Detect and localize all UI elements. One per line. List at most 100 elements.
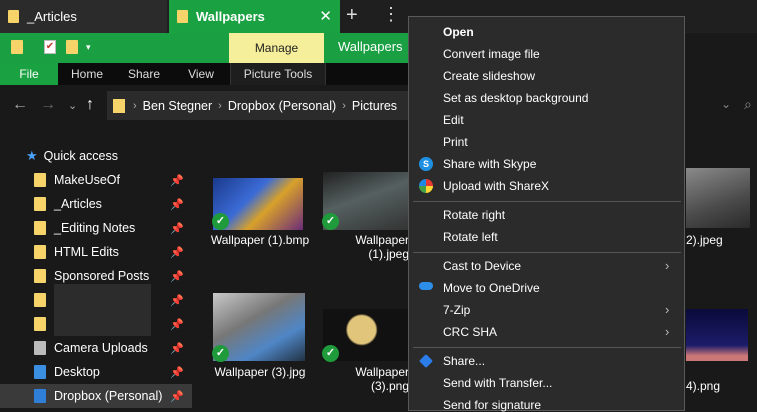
recent-locations-chevron-icon[interactable]: ⌄ — [68, 99, 77, 112]
new-tab-button[interactable]: + — [346, 4, 358, 27]
redacted-area — [54, 284, 151, 336]
sharex-icon — [419, 179, 433, 193]
nav-item-label: Quick access — [43, 149, 118, 163]
chevron-right-icon[interactable]: › — [218, 100, 222, 112]
nav-item-articles[interactable]: _Articles 📌 — [0, 192, 192, 216]
breadcrumb-item[interactable]: Ben Stegner — [143, 99, 213, 113]
nav-item-label: _Editing Notes — [54, 221, 136, 235]
sync-check-icon: ✓ — [212, 213, 229, 230]
breadcrumb-item[interactable]: Pictures — [352, 99, 397, 113]
chevron-right-icon[interactable]: › — [342, 100, 346, 112]
new-folder-icon[interactable] — [66, 40, 78, 54]
menu-item-rotate-right[interactable]: Rotate right — [443, 208, 505, 222]
breadcrumb-item[interactable]: Dropbox (Personal) — [228, 99, 336, 113]
pin-icon[interactable]: 📌 — [170, 222, 184, 235]
folder-icon — [34, 197, 46, 211]
nav-item-label: HTML Edits — [54, 245, 119, 259]
chevron-right-icon: › — [665, 324, 670, 339]
star-icon: ★ — [26, 148, 38, 163]
folder-icon[interactable] — [11, 40, 23, 54]
pin-icon[interactable]: 📌 — [170, 174, 184, 187]
nav-item-label: Dropbox (Personal) — [54, 389, 163, 403]
menu-item-share-skype[interactable]: Share with Skype — [443, 157, 536, 171]
desktop-icon — [34, 365, 46, 379]
file-name[interactable]: Wallpaper (3).jpg — [208, 365, 312, 379]
file-name[interactable]: Wallpaper (1).bmp — [208, 233, 312, 247]
nav-item-html-edits[interactable]: HTML Edits 📌 — [0, 240, 192, 264]
menu-item-print[interactable]: Print — [443, 135, 468, 149]
folder-icon — [177, 10, 188, 23]
folder-icon — [34, 293, 46, 307]
menu-item-send-signature[interactable]: Send for signature — [443, 398, 541, 412]
nav-item-quick-access[interactable]: ★ Quick access — [0, 144, 192, 168]
tab-label: Wallpapers — [196, 9, 265, 24]
menu-divider — [413, 347, 681, 348]
dropbox-icon — [34, 389, 46, 403]
pin-icon[interactable]: 📌 — [170, 294, 184, 307]
menu-item-7zip[interactable]: 7-Zip — [443, 303, 470, 317]
chevron-down-icon[interactable]: ⌄ — [721, 97, 731, 111]
pin-icon[interactable]: 📌 — [170, 246, 184, 259]
pin-icon[interactable]: 📌 — [170, 198, 184, 211]
folder-icon — [34, 221, 46, 235]
file-thumbnail[interactable] — [686, 168, 750, 228]
tab-articles[interactable]: _Articles — [0, 0, 167, 33]
chevron-right-icon[interactable]: › — [133, 100, 137, 112]
menu-item-edit[interactable]: Edit — [443, 113, 464, 127]
search-icon[interactable]: ⌕ — [744, 96, 752, 113]
file-name[interactable]: 2).jpeg — [686, 233, 746, 247]
pin-icon[interactable]: 📌 — [170, 318, 184, 331]
file-name[interactable]: Wallpaper (1).jpeg — [317, 233, 409, 261]
menu-item-convert-image[interactable]: Convert image file — [443, 47, 540, 61]
folder-icon — [34, 269, 46, 283]
properties-icon[interactable]: ✔ — [44, 40, 56, 54]
manage-context-tab[interactable]: Manage — [229, 33, 324, 63]
nav-item-camera-uploads[interactable]: Camera Uploads 📌 — [0, 336, 192, 360]
menu-item-cast-to-device[interactable]: Cast to Device — [443, 259, 521, 273]
file-thumbnail[interactable] — [686, 309, 748, 361]
ribbon-tab-file[interactable]: File — [0, 63, 58, 85]
back-arrow-icon[interactable]: ← — [12, 96, 28, 114]
pin-icon[interactable]: 📌 — [170, 342, 184, 355]
customize-dropdown-icon[interactable]: ▾ — [86, 42, 91, 53]
ribbon-tab-view[interactable]: View — [176, 63, 226, 85]
menu-item-move-onedrive[interactable]: Move to OneDrive — [443, 281, 540, 295]
menu-item-upload-sharex[interactable]: Upload with ShareX — [443, 179, 549, 193]
folder-icon — [34, 173, 46, 187]
nav-item-makeuseof[interactable]: MakeUseOf 📌 — [0, 168, 192, 192]
menu-divider — [413, 252, 681, 253]
onedrive-icon — [419, 282, 433, 290]
ribbon-tab-home[interactable]: Home — [62, 63, 112, 85]
sync-check-icon: ✓ — [212, 345, 229, 362]
nav-item-label: MakeUseOf — [54, 173, 120, 187]
menu-item-set-desktop-background[interactable]: Set as desktop background — [443, 91, 588, 105]
menu-item-create-slideshow[interactable]: Create slideshow — [443, 69, 535, 83]
menu-item-share[interactable]: Share... — [443, 354, 485, 368]
nav-item-desktop[interactable]: Desktop 📌 — [0, 360, 192, 384]
nav-item-dropbox[interactable]: Dropbox (Personal) 📌 — [0, 384, 192, 408]
folder-icon — [34, 317, 46, 331]
tab-wallpapers[interactable]: Wallpapers ✕ — [169, 0, 340, 33]
pin-icon[interactable]: 📌 — [170, 366, 184, 379]
menu-item-open[interactable]: Open — [443, 25, 474, 39]
nav-item-label: Sponsored Posts — [54, 269, 150, 283]
folder-icon — [8, 10, 19, 23]
ribbon-tab-share[interactable]: Share — [118, 63, 170, 85]
menu-item-crc-sha[interactable]: CRC SHA — [443, 325, 497, 339]
menu-item-rotate-left[interactable]: Rotate left — [443, 230, 498, 244]
menu-item-send-transfer[interactable]: Send with Transfer... — [443, 376, 552, 390]
forward-arrow-icon[interactable]: → — [40, 96, 56, 114]
file-name[interactable]: Wallpaper (3).png — [317, 365, 409, 393]
camera-folder-icon — [34, 341, 46, 355]
pin-icon[interactable]: 📌 — [170, 270, 184, 283]
chevron-right-icon: › — [665, 258, 670, 273]
pin-icon[interactable]: 📌 — [170, 390, 184, 403]
file-name[interactable]: 4).png — [686, 379, 746, 393]
menu-divider — [413, 201, 681, 202]
more-options-icon[interactable]: ⋮ — [382, 4, 400, 25]
ribbon-tab-picture-tools[interactable]: Picture Tools — [230, 63, 326, 85]
address-bar[interactable]: › Ben Stegner › Dropbox (Personal) › Pic… — [107, 91, 408, 120]
nav-item-editing-notes[interactable]: _Editing Notes 📌 — [0, 216, 192, 240]
close-icon[interactable]: ✕ — [319, 7, 332, 25]
up-arrow-icon[interactable]: ↑ — [86, 96, 94, 114]
